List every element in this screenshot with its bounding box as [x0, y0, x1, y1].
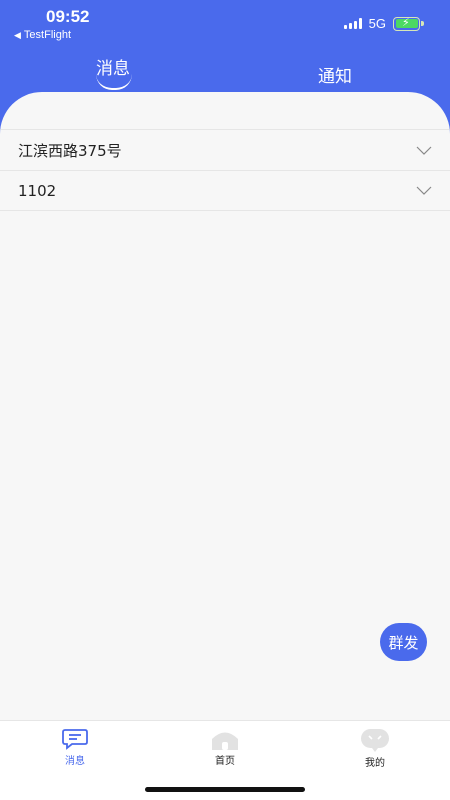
signal-icon: [343, 18, 362, 29]
address-list: 江滨西路375号 1102: [0, 129, 450, 211]
content-panel: 江滨西路375号 1102: [0, 92, 450, 720]
network-type: 5G: [368, 16, 386, 31]
active-tab-indicator: [96, 74, 132, 90]
list-item-label: 江滨西路375号: [18, 141, 122, 160]
home-icon: [212, 732, 238, 750]
message-icon: [62, 729, 88, 750]
list-item[interactable]: 1102: [0, 170, 450, 211]
back-to-app-button[interactable]: ◀ TestFlight: [14, 29, 71, 41]
home-indicator: [145, 787, 305, 792]
bottom-tab-profile[interactable]: 我的: [345, 728, 405, 769]
bottom-tab-home[interactable]: 首页: [195, 728, 255, 767]
bottom-tab-label: 消息: [65, 756, 85, 767]
bottom-tab-label: 首页: [215, 756, 235, 767]
status-time: 09:52: [46, 7, 90, 26]
bottom-tab-messages[interactable]: 消息: [45, 728, 105, 767]
list-item[interactable]: 江滨西路375号: [0, 129, 450, 170]
broadcast-button[interactable]: 群发: [380, 623, 427, 661]
chevron-down-icon: [416, 146, 432, 155]
back-triangle-icon: ◀: [14, 30, 21, 40]
bottom-tab-label: 我的: [365, 758, 385, 769]
tab-notices[interactable]: 通知: [318, 62, 352, 87]
back-app-label: TestFlight: [23, 29, 71, 41]
chevron-down-icon: [416, 186, 432, 195]
profile-icon: [361, 729, 389, 752]
list-item-label: 1102: [18, 181, 57, 200]
status-indicators: 5G ⚡: [343, 16, 424, 31]
battery-icon: ⚡: [393, 16, 424, 31]
